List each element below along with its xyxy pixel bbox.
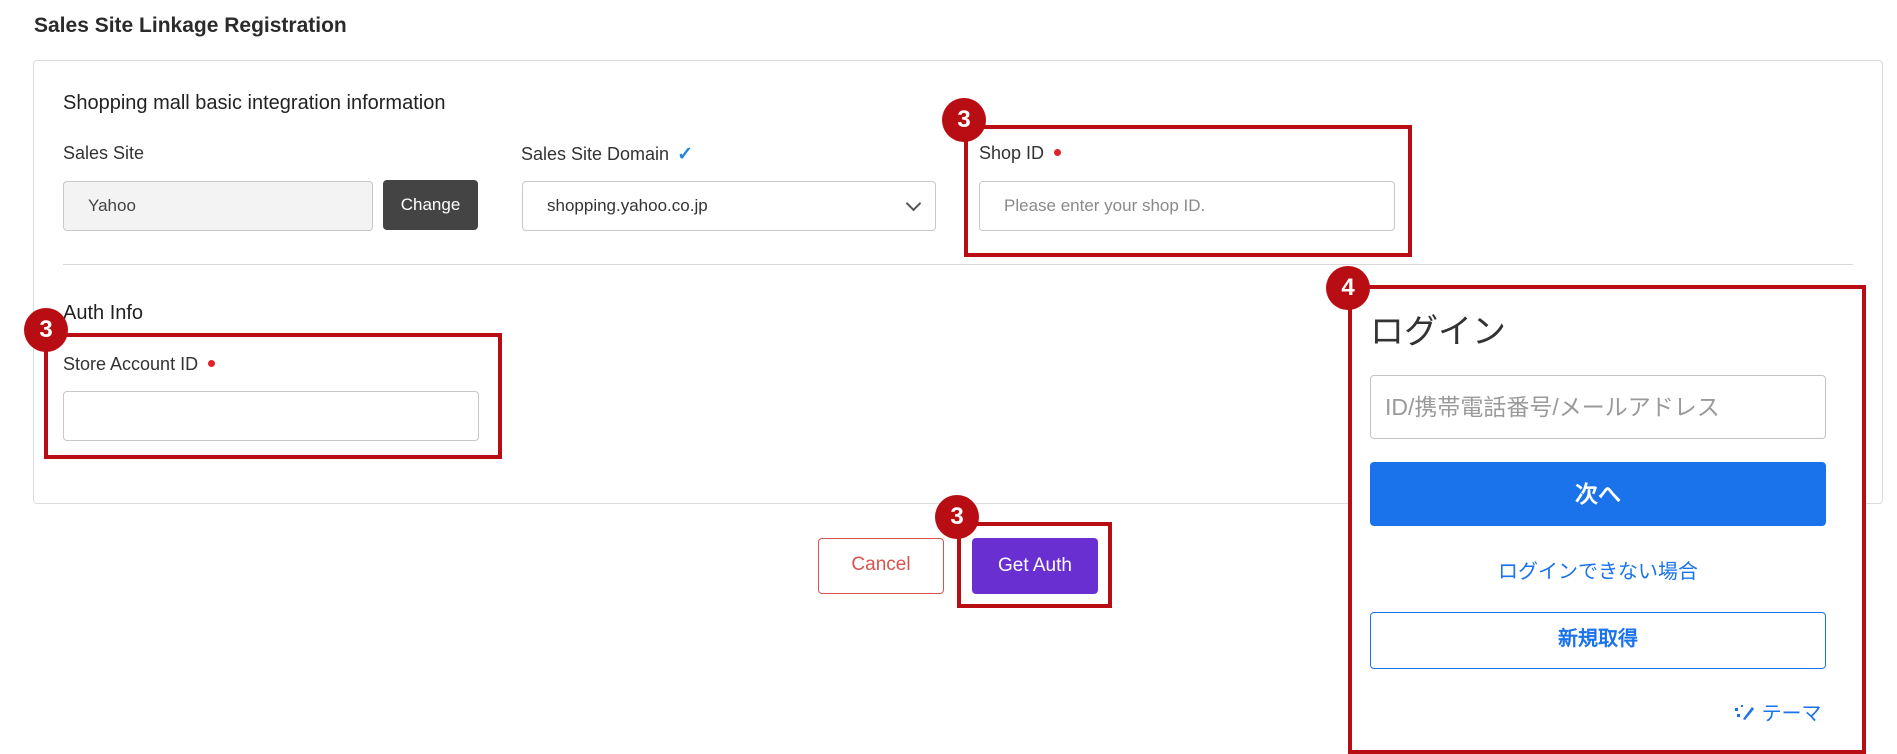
change-button[interactable]: Change <box>383 180 478 230</box>
step-badge-shop-id: 3 <box>942 98 986 142</box>
verified-check-icon: ✓ <box>677 144 693 165</box>
basic-info-section-title: Shopping mall basic integration informat… <box>63 92 446 114</box>
login-id-input[interactable] <box>1370 375 1826 439</box>
shop-id-highlight-box <box>964 125 1412 257</box>
step-badge-get-auth: 3 <box>935 495 979 539</box>
auth-info-section-title: Auth Info <box>63 302 144 324</box>
sales-site-domain-value: shopping.yahoo.co.jp <box>547 196 708 215</box>
signup-button[interactable]: 新規取得 <box>1370 612 1826 669</box>
get-auth-highlight-box <box>957 522 1112 608</box>
sales-site-domain-label-text: Sales Site Domain <box>521 144 670 164</box>
sales-site-label: Sales Site <box>63 143 145 163</box>
theme-brush-icon <box>1735 705 1754 720</box>
sales-site-domain-select[interactable]: shopping.yahoo.co.jp <box>522 181 936 231</box>
sales-site-domain-label: Sales Site Domain ✓ <box>521 143 693 166</box>
next-button[interactable]: 次へ <box>1370 462 1826 526</box>
sales-site-field: Yahoo <box>63 181 373 231</box>
chevron-down-icon <box>905 195 922 212</box>
store-account-highlight-box <box>44 333 502 459</box>
cancel-button[interactable]: Cancel <box>818 538 944 594</box>
step-badge-store-account: 3 <box>24 308 68 352</box>
theme-link[interactable]: テーマ <box>1734 697 1822 726</box>
step-badge-login: 4 <box>1326 266 1370 310</box>
login-title: ログイン <box>1370 313 1506 351</box>
page-title: Sales Site Linkage Registration <box>34 14 347 37</box>
cant-login-link[interactable]: ログインできない場合 <box>1370 555 1826 584</box>
theme-label: テーマ <box>1761 703 1822 725</box>
section-divider <box>63 264 1853 265</box>
